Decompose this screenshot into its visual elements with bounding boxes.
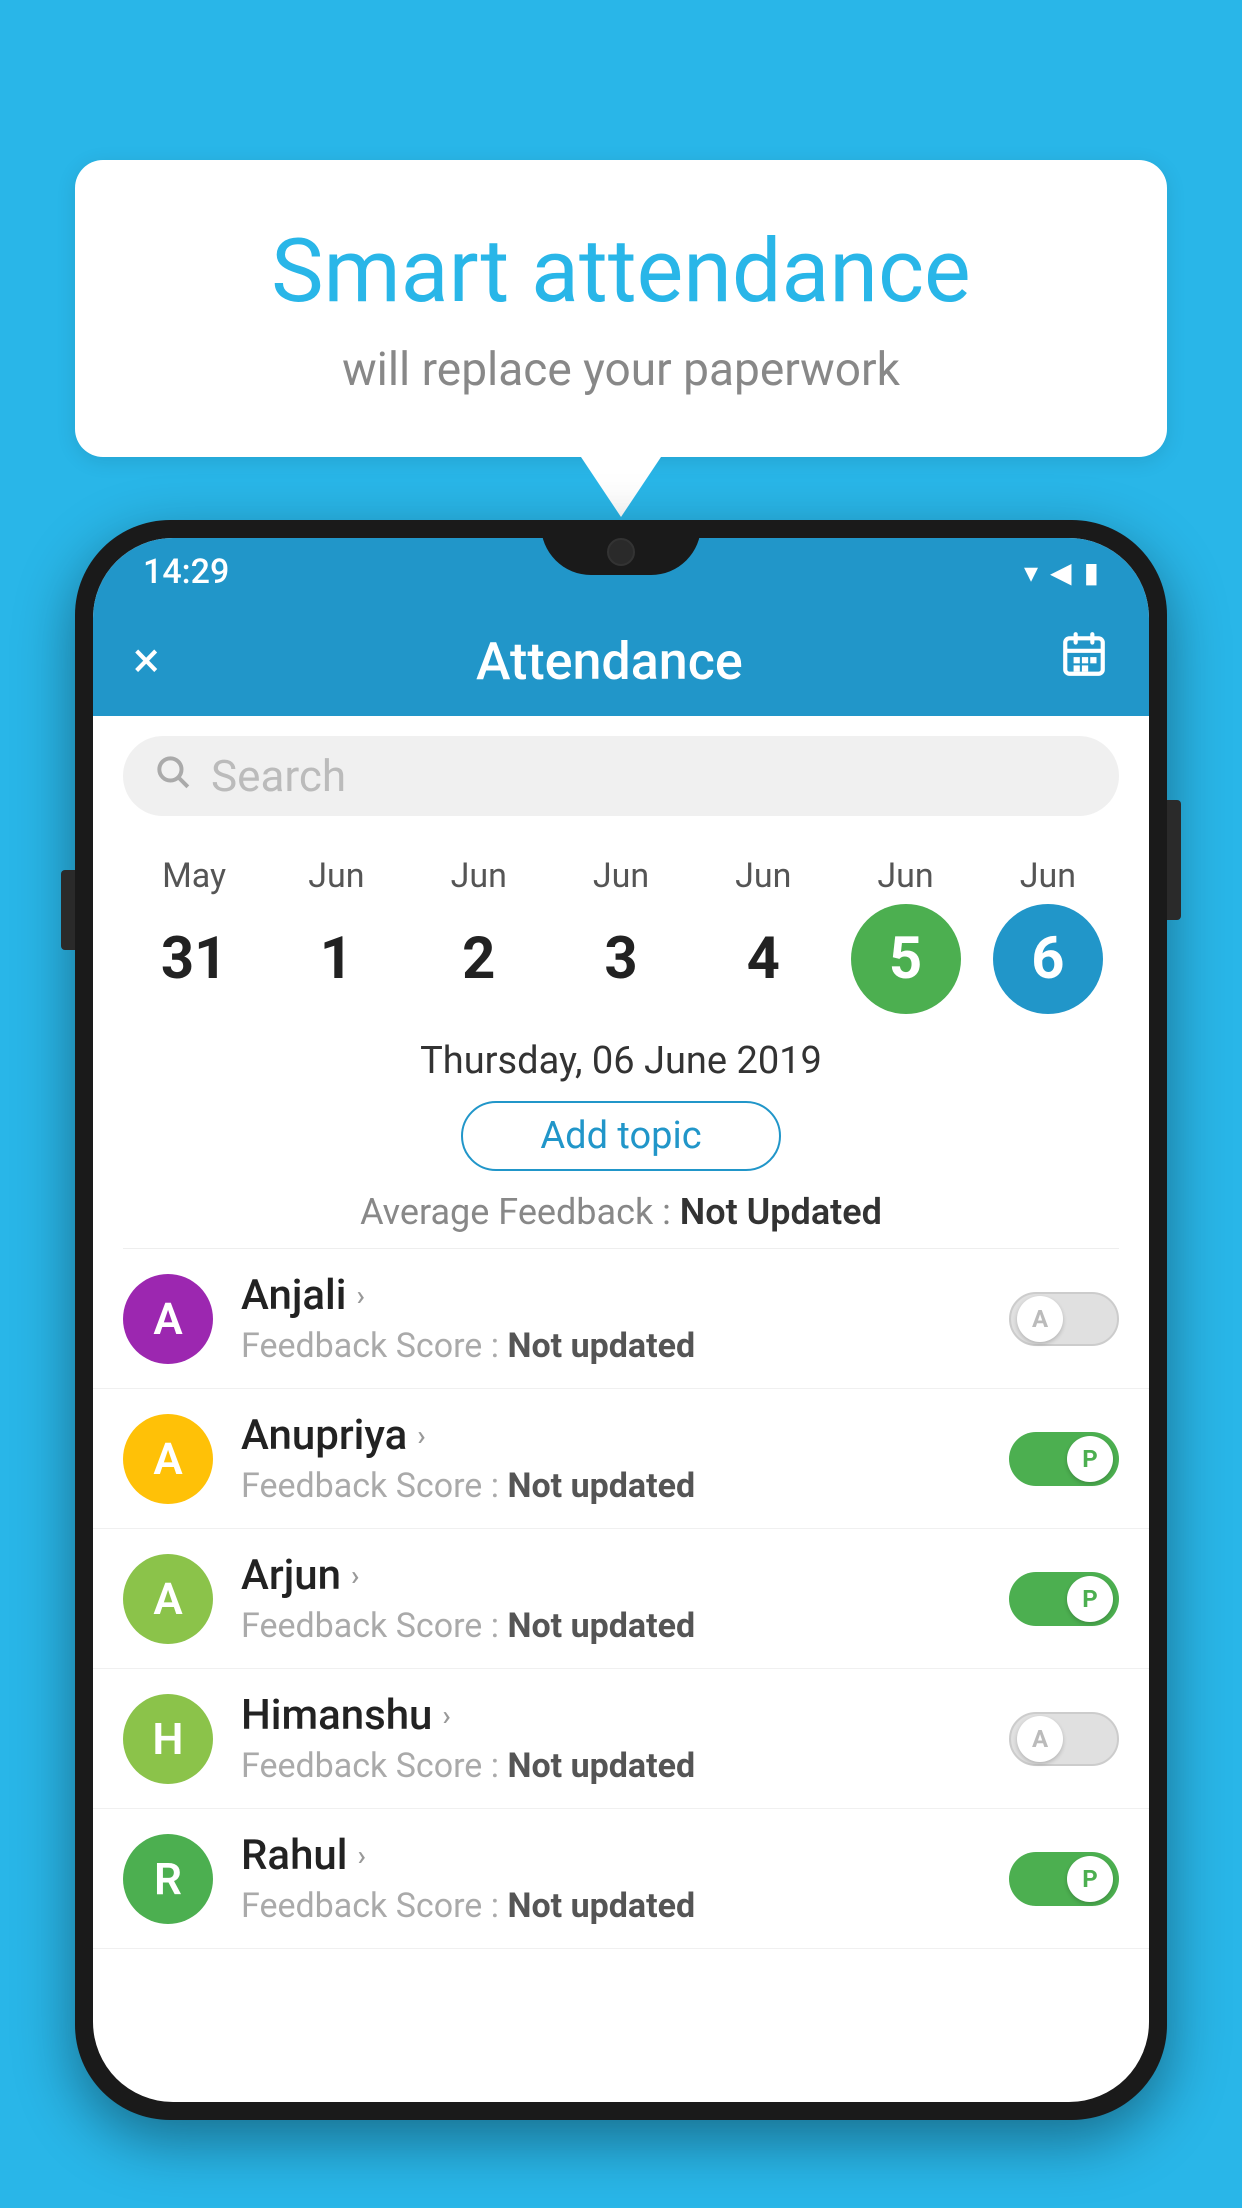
- cal-month-3: Jun: [593, 856, 649, 896]
- phone-notch: [541, 520, 701, 575]
- student-avatar: R: [123, 1834, 213, 1924]
- cal-item-6[interactable]: Jun 6: [978, 856, 1118, 1014]
- speech-bubble-container: Smart attendance will replace your paper…: [75, 160, 1167, 517]
- toggle-knob: P: [1067, 1856, 1113, 1902]
- avg-feedback-value: Not Updated: [680, 1191, 882, 1233]
- attendance-toggle[interactable]: P: [1009, 1852, 1119, 1906]
- attendance-toggle[interactable]: P: [1009, 1432, 1119, 1486]
- app-bar-title: Attendance: [160, 631, 1059, 692]
- student-name: Rahul ›: [241, 1831, 1009, 1880]
- phone-container: 14:29 ▾ ◀ ▮ × Attendance: [75, 520, 1167, 2208]
- cal-month-4: Jun: [735, 856, 791, 896]
- student-score: Feedback Score : Not updated: [241, 1326, 1009, 1366]
- student-score: Feedback Score : Not updated: [241, 1746, 1009, 1786]
- search-bar[interactable]: Search: [123, 736, 1119, 816]
- calendar-strip: May 31 Jun 1 Jun 2 Jun 3 Jun 4 Jun 5 Jun 6: [93, 836, 1149, 1024]
- cal-item-3[interactable]: Jun 3: [551, 856, 691, 1014]
- cal-day-0: 31: [139, 904, 249, 1014]
- speech-bubble-subtitle: will replace your paperwork: [155, 343, 1087, 397]
- status-icons: ▾ ◀ ▮: [1024, 556, 1099, 589]
- battery-icon: ▮: [1084, 556, 1099, 589]
- chevron-icon: ›: [356, 1279, 364, 1312]
- signal-icon: ◀: [1050, 556, 1072, 589]
- status-time: 14:29: [143, 552, 229, 592]
- average-feedback: Average Feedback : Not Updated: [93, 1191, 1149, 1233]
- student-name: Anjali ›: [241, 1271, 1009, 1320]
- cal-month-0: May: [162, 856, 226, 896]
- student-item[interactable]: A Anupriya › Feedback Score : Not updated P: [93, 1389, 1149, 1529]
- attendance-toggle[interactable]: A: [1009, 1712, 1119, 1766]
- student-score: Feedback Score : Not updated: [241, 1466, 1009, 1506]
- student-name: Himanshu ›: [241, 1691, 1009, 1740]
- chevron-icon: ›: [442, 1699, 450, 1732]
- student-info: Arjun › Feedback Score : Not updated: [241, 1551, 1009, 1646]
- student-info: Rahul › Feedback Score : Not updated: [241, 1831, 1009, 1926]
- attendance-toggle[interactable]: A: [1009, 1292, 1119, 1346]
- cal-month-6: Jun: [1020, 856, 1076, 896]
- student-avatar: A: [123, 1414, 213, 1504]
- cal-item-2[interactable]: Jun 2: [409, 856, 549, 1014]
- students-list: AAnjali ›Feedback Score : Not updatedAAA…: [93, 1249, 1149, 1949]
- phone-frame: 14:29 ▾ ◀ ▮ × Attendance: [75, 520, 1167, 2120]
- student-item[interactable]: AAnjali ›Feedback Score : Not updatedA: [93, 1249, 1149, 1389]
- speech-bubble-tail: [581, 457, 661, 517]
- student-avatar: H: [123, 1694, 213, 1784]
- phone-screen: 14:29 ▾ ◀ ▮ × Attendance: [93, 538, 1149, 2102]
- selected-date-label: Thursday, 06 June 2019: [93, 1039, 1149, 1083]
- cal-day-6: 6: [993, 904, 1103, 1014]
- cal-item-1[interactable]: Jun 1: [266, 856, 406, 1014]
- student-info: Anupriya › Feedback Score : Not updated: [241, 1411, 1009, 1506]
- student-avatar: A: [123, 1554, 213, 1644]
- toggle-knob: P: [1067, 1576, 1113, 1622]
- close-button[interactable]: ×: [133, 632, 160, 690]
- chevron-icon: ›: [417, 1419, 425, 1452]
- cal-item-5[interactable]: Jun 5: [836, 856, 976, 1014]
- speech-bubble: Smart attendance will replace your paper…: [75, 160, 1167, 457]
- cal-day-2: 2: [424, 904, 534, 1014]
- cal-day-4: 4: [708, 904, 818, 1014]
- cal-month-2: Jun: [451, 856, 507, 896]
- cal-day-1: 1: [281, 904, 391, 1014]
- avg-feedback-label: Average Feedback :: [360, 1191, 671, 1233]
- calendar-icon[interactable]: [1059, 630, 1109, 693]
- student-item[interactable]: A Arjun › Feedback Score : Not updated P: [93, 1529, 1149, 1669]
- cal-day-5: 5: [851, 904, 961, 1014]
- cal-item-4[interactable]: Jun 4: [693, 856, 833, 1014]
- front-camera: [607, 538, 635, 566]
- toggle-knob: P: [1067, 1436, 1113, 1482]
- student-item[interactable]: H Himanshu › Feedback Score : Not updatedA: [93, 1669, 1149, 1809]
- cal-month-5: Jun: [877, 856, 933, 896]
- cal-month-1: Jun: [308, 856, 364, 896]
- student-info: Anjali › Feedback Score : Not updated: [241, 1271, 1009, 1366]
- cal-item-0[interactable]: May 31: [124, 856, 264, 1014]
- chevron-icon: ›: [357, 1839, 365, 1872]
- app-bar: × Attendance: [93, 606, 1149, 716]
- chevron-icon: ›: [351, 1559, 359, 1592]
- toggle-knob: A: [1017, 1716, 1063, 1762]
- student-score: Feedback Score : Not updated: [241, 1886, 1009, 1926]
- student-avatar: A: [123, 1274, 213, 1364]
- student-name: Arjun ›: [241, 1551, 1009, 1600]
- attendance-toggle[interactable]: P: [1009, 1572, 1119, 1626]
- add-topic-button[interactable]: Add topic: [461, 1101, 781, 1171]
- toggle-knob: A: [1017, 1296, 1063, 1342]
- search-placeholder: Search: [211, 750, 346, 802]
- student-score: Feedback Score : Not updated: [241, 1606, 1009, 1646]
- wifi-icon: ▾: [1024, 556, 1038, 589]
- speech-bubble-title: Smart attendance: [155, 220, 1087, 323]
- student-info: Himanshu › Feedback Score : Not updated: [241, 1691, 1009, 1786]
- student-item[interactable]: R Rahul › Feedback Score : Not updated P: [93, 1809, 1149, 1949]
- search-icon: [153, 752, 191, 800]
- student-name: Anupriya ›: [241, 1411, 1009, 1460]
- cal-day-3: 3: [566, 904, 676, 1014]
